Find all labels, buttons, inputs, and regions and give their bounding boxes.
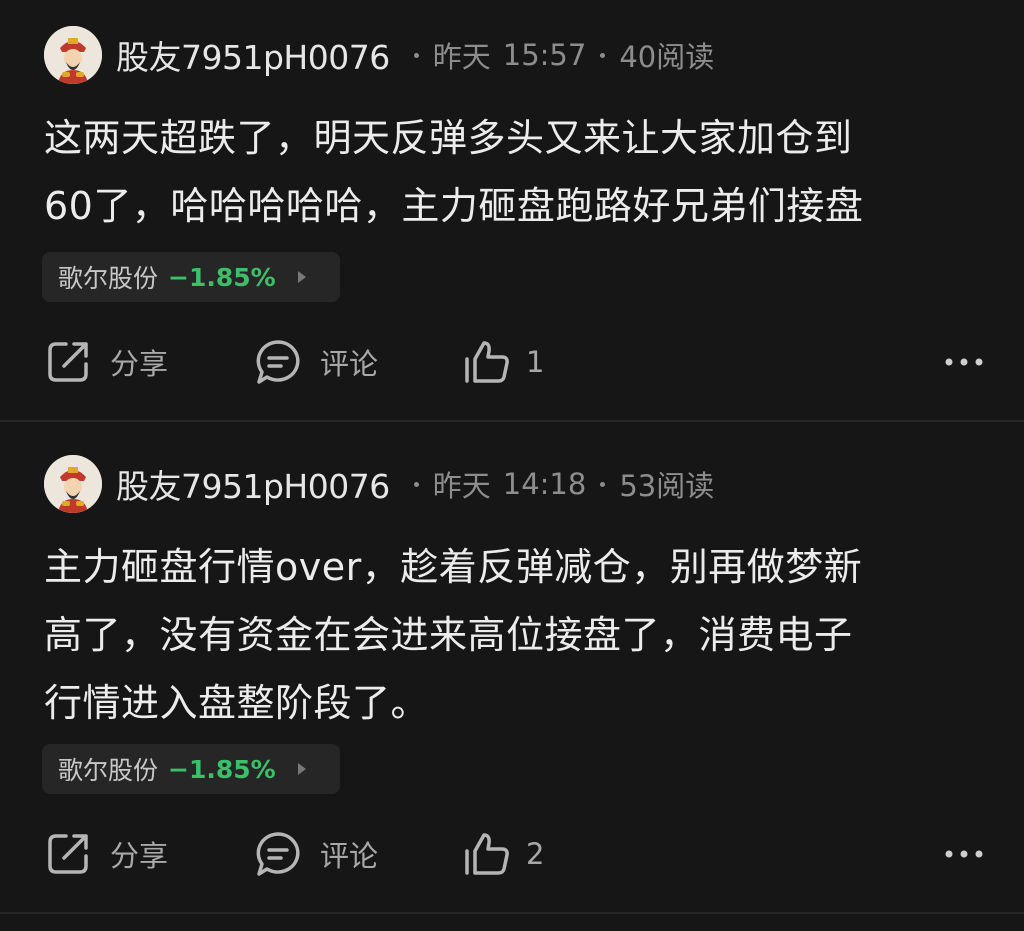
stock-change: −1.85% bbox=[168, 262, 276, 292]
comment-label: 评论 bbox=[320, 839, 379, 873]
like-button[interactable]: 1 bbox=[462, 337, 544, 387]
thumbs-up-icon bbox=[465, 341, 509, 383]
post-time: 14:18 bbox=[502, 467, 587, 501]
more-icon bbox=[945, 850, 983, 858]
more-button[interactable] bbox=[944, 356, 984, 368]
share-button[interactable]: 分享 bbox=[44, 338, 168, 386]
post-body[interactable]: 这两天超跌了，明天反弹多头又来让大家加仓到 60了，哈哈哈哈哈，主力砸盘跑路好兄… bbox=[44, 104, 980, 240]
comment-button[interactable]: 评论 bbox=[254, 338, 378, 386]
comment-icon bbox=[256, 832, 300, 876]
more-button[interactable] bbox=[944, 848, 984, 860]
author-name[interactable]: 股友7951pH0076 bbox=[116, 31, 390, 79]
comment-button[interactable]: 评论 bbox=[254, 830, 378, 878]
avatar[interactable] bbox=[44, 26, 102, 84]
post-body[interactable]: 主力砸盘行情over，趁着反弹减仓，别再做梦新 高了，没有资金在会进来高位接盘了… bbox=[44, 533, 980, 737]
chevron-right-icon bbox=[297, 271, 306, 283]
like-button[interactable]: 2 bbox=[462, 829, 544, 879]
avatar-god-of-wealth-icon bbox=[44, 455, 102, 513]
like-count: 1 bbox=[526, 345, 545, 379]
share-label: 分享 bbox=[110, 839, 169, 873]
avatar[interactable] bbox=[44, 455, 102, 513]
share-button[interactable]: 分享 bbox=[44, 830, 168, 878]
post-actions: 分享 评论 1 bbox=[44, 332, 984, 392]
post-body-line: 60了，哈哈哈哈哈，主力砸盘跑路好兄弟们接盘 bbox=[44, 184, 864, 228]
post-divider bbox=[0, 912, 1024, 914]
share-label: 分享 bbox=[110, 347, 169, 381]
post-body-line: 行情进入盘整阶段了。 bbox=[44, 681, 430, 725]
like-count: 2 bbox=[526, 837, 545, 871]
read-count: 40阅读 bbox=[619, 40, 715, 74]
more-icon bbox=[945, 358, 983, 366]
post-header: 股友7951pH0076 昨天 15:57 40阅读 bbox=[44, 26, 714, 84]
post-meta: 昨天 15:57 40阅读 bbox=[400, 34, 715, 76]
thumbs-up-icon bbox=[465, 833, 509, 875]
post-meta: 昨天 14:18 53阅读 bbox=[400, 463, 715, 505]
separator-dot bbox=[600, 481, 606, 487]
post-date: 昨天 bbox=[432, 40, 491, 74]
post-body-line: 高了，没有资金在会进来高位接盘了，消费电子 bbox=[44, 613, 853, 657]
post-header: 股友7951pH0076 昨天 14:18 53阅读 bbox=[44, 455, 714, 513]
post-date: 昨天 bbox=[432, 469, 491, 503]
post[interactable]: 股友7951pH0076 昨天 15:57 40阅读 这两天超跌了，明天反弹多头… bbox=[0, 0, 1024, 420]
stock-tag[interactable]: 歌尔股份 −1.85% bbox=[42, 744, 340, 794]
comment-label: 评论 bbox=[320, 347, 379, 381]
post-feed: 股友7951pH0076 昨天 15:57 40阅读 这两天超跌了，明天反弹多头… bbox=[0, 0, 1024, 914]
separator-dot bbox=[413, 52, 419, 58]
chevron-right-icon bbox=[297, 763, 306, 775]
avatar-god-of-wealth-icon bbox=[44, 26, 102, 84]
post-body-line: 这两天超跌了，明天反弹多头又来让大家加仓到 bbox=[44, 116, 853, 160]
read-count: 53阅读 bbox=[619, 469, 715, 503]
share-icon bbox=[48, 834, 88, 874]
post-actions: 分享 评论 2 bbox=[44, 824, 984, 884]
stock-name: 歌尔股份 bbox=[58, 264, 159, 293]
separator-dot bbox=[600, 52, 606, 58]
stock-tag[interactable]: 歌尔股份 −1.85% bbox=[42, 252, 340, 302]
separator-dot bbox=[413, 481, 419, 487]
stock-change: −1.85% bbox=[168, 754, 276, 784]
comment-icon bbox=[256, 340, 300, 384]
post-time: 15:57 bbox=[502, 38, 587, 72]
share-icon bbox=[48, 342, 88, 382]
post[interactable]: 股友7951pH0076 昨天 14:18 53阅读 主力砸盘行情over，趁着… bbox=[0, 422, 1024, 912]
post-body-line: 主力砸盘行情over，趁着反弹减仓，别再做梦新 bbox=[44, 545, 863, 589]
stock-name: 歌尔股份 bbox=[58, 756, 159, 785]
author-name[interactable]: 股友7951pH0076 bbox=[116, 460, 390, 508]
